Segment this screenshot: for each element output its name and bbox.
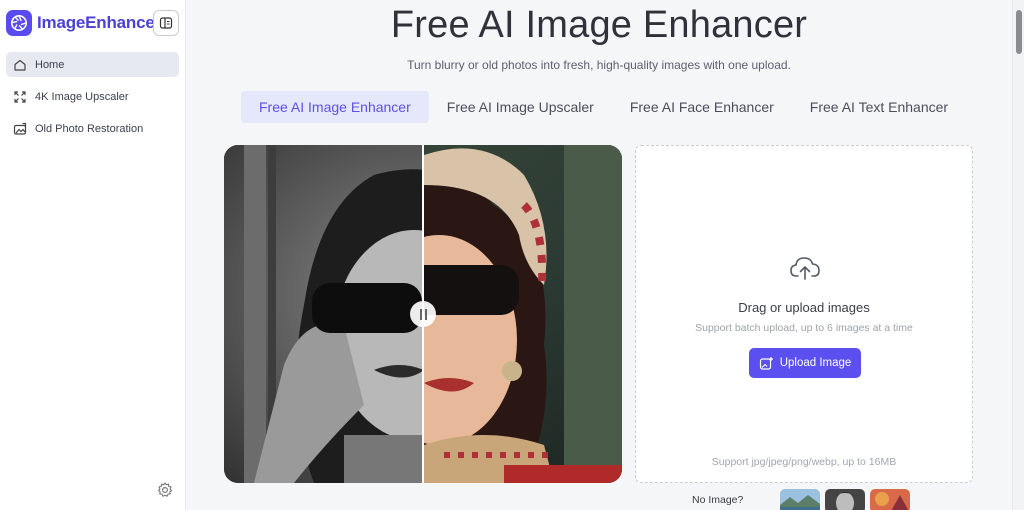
logo[interactable]: ImageEnhancer [6, 9, 161, 37]
sidebar-nav: Home 4K Image Upscaler Old Photo Restora… [6, 52, 179, 148]
sample-image-portrait-bw[interactable] [825, 489, 865, 510]
sidebar-item-label: Old Photo Restoration [35, 122, 144, 135]
supported-formats-text: Support jpg/jpeg/png/webp, up to 16MB [711, 456, 897, 468]
sidebar-toggle-button[interactable] [153, 10, 179, 36]
cloud-upload-icon [790, 257, 820, 280]
upload-button-label: Upload Image [779, 357, 852, 369]
page-subtitle: Turn blurry or old photos into fresh, hi… [407, 58, 791, 72]
upload-dropzone[interactable]: Drag or upload images Support batch uplo… [635, 145, 973, 483]
batch-upload-hint: Support batch upload, up to 6 images at … [695, 322, 913, 334]
tab-image-enhancer[interactable]: Free AI Image Enhancer [241, 91, 429, 123]
tab-image-upscaler[interactable]: Free AI Image Upscaler [429, 91, 612, 123]
sample-image-colorful[interactable] [870, 489, 910, 510]
no-image-label: No Image? [692, 494, 744, 506]
sidebar-item-4k-upscaler[interactable]: 4K Image Upscaler [6, 84, 179, 109]
home-icon [12, 57, 28, 73]
image-add-icon [759, 356, 773, 370]
settings-button[interactable] [156, 481, 174, 499]
sidebar-item-home[interactable]: Home [6, 52, 179, 77]
photo-restore-icon [12, 121, 28, 137]
page-title: Free AI Image Enhancer [390, 4, 808, 46]
page-scrollbar[interactable] [1012, 0, 1024, 510]
sidebar-item-label: Home [35, 58, 65, 71]
logo-text: ImageEnhancer [37, 13, 162, 32]
sample-image-landscape[interactable] [780, 489, 820, 510]
drag-upload-text: Drag or upload images [738, 300, 870, 315]
sidebar-item-label: 4K Image Upscaler [35, 90, 129, 103]
sidebar-item-old-photo-restoration[interactable]: Old Photo Restoration [6, 116, 179, 141]
tool-tabs: Free AI Image Enhancer Free AI Image Ups… [241, 91, 966, 123]
expand-icon [12, 89, 28, 105]
gear-icon [157, 482, 173, 497]
sidebar: ImageEnhancer Home 4K Image Upscaler Old… [0, 0, 186, 510]
comparison-slider-handle[interactable] [410, 301, 436, 327]
sidebar-toggle-icon [159, 17, 173, 29]
upload-image-button[interactable]: Upload Image [749, 348, 861, 378]
tab-face-enhancer[interactable]: Free AI Face Enhancer [612, 91, 792, 123]
main-content: Free AI Image Enhancer Turn blurry or ol… [186, 0, 1012, 510]
tab-text-enhancer[interactable]: Free AI Text Enhancer [792, 91, 966, 123]
before-after-comparison[interactable] [224, 145, 622, 483]
scrollbar-thumb[interactable] [1016, 10, 1022, 54]
logo-icon [6, 10, 32, 36]
